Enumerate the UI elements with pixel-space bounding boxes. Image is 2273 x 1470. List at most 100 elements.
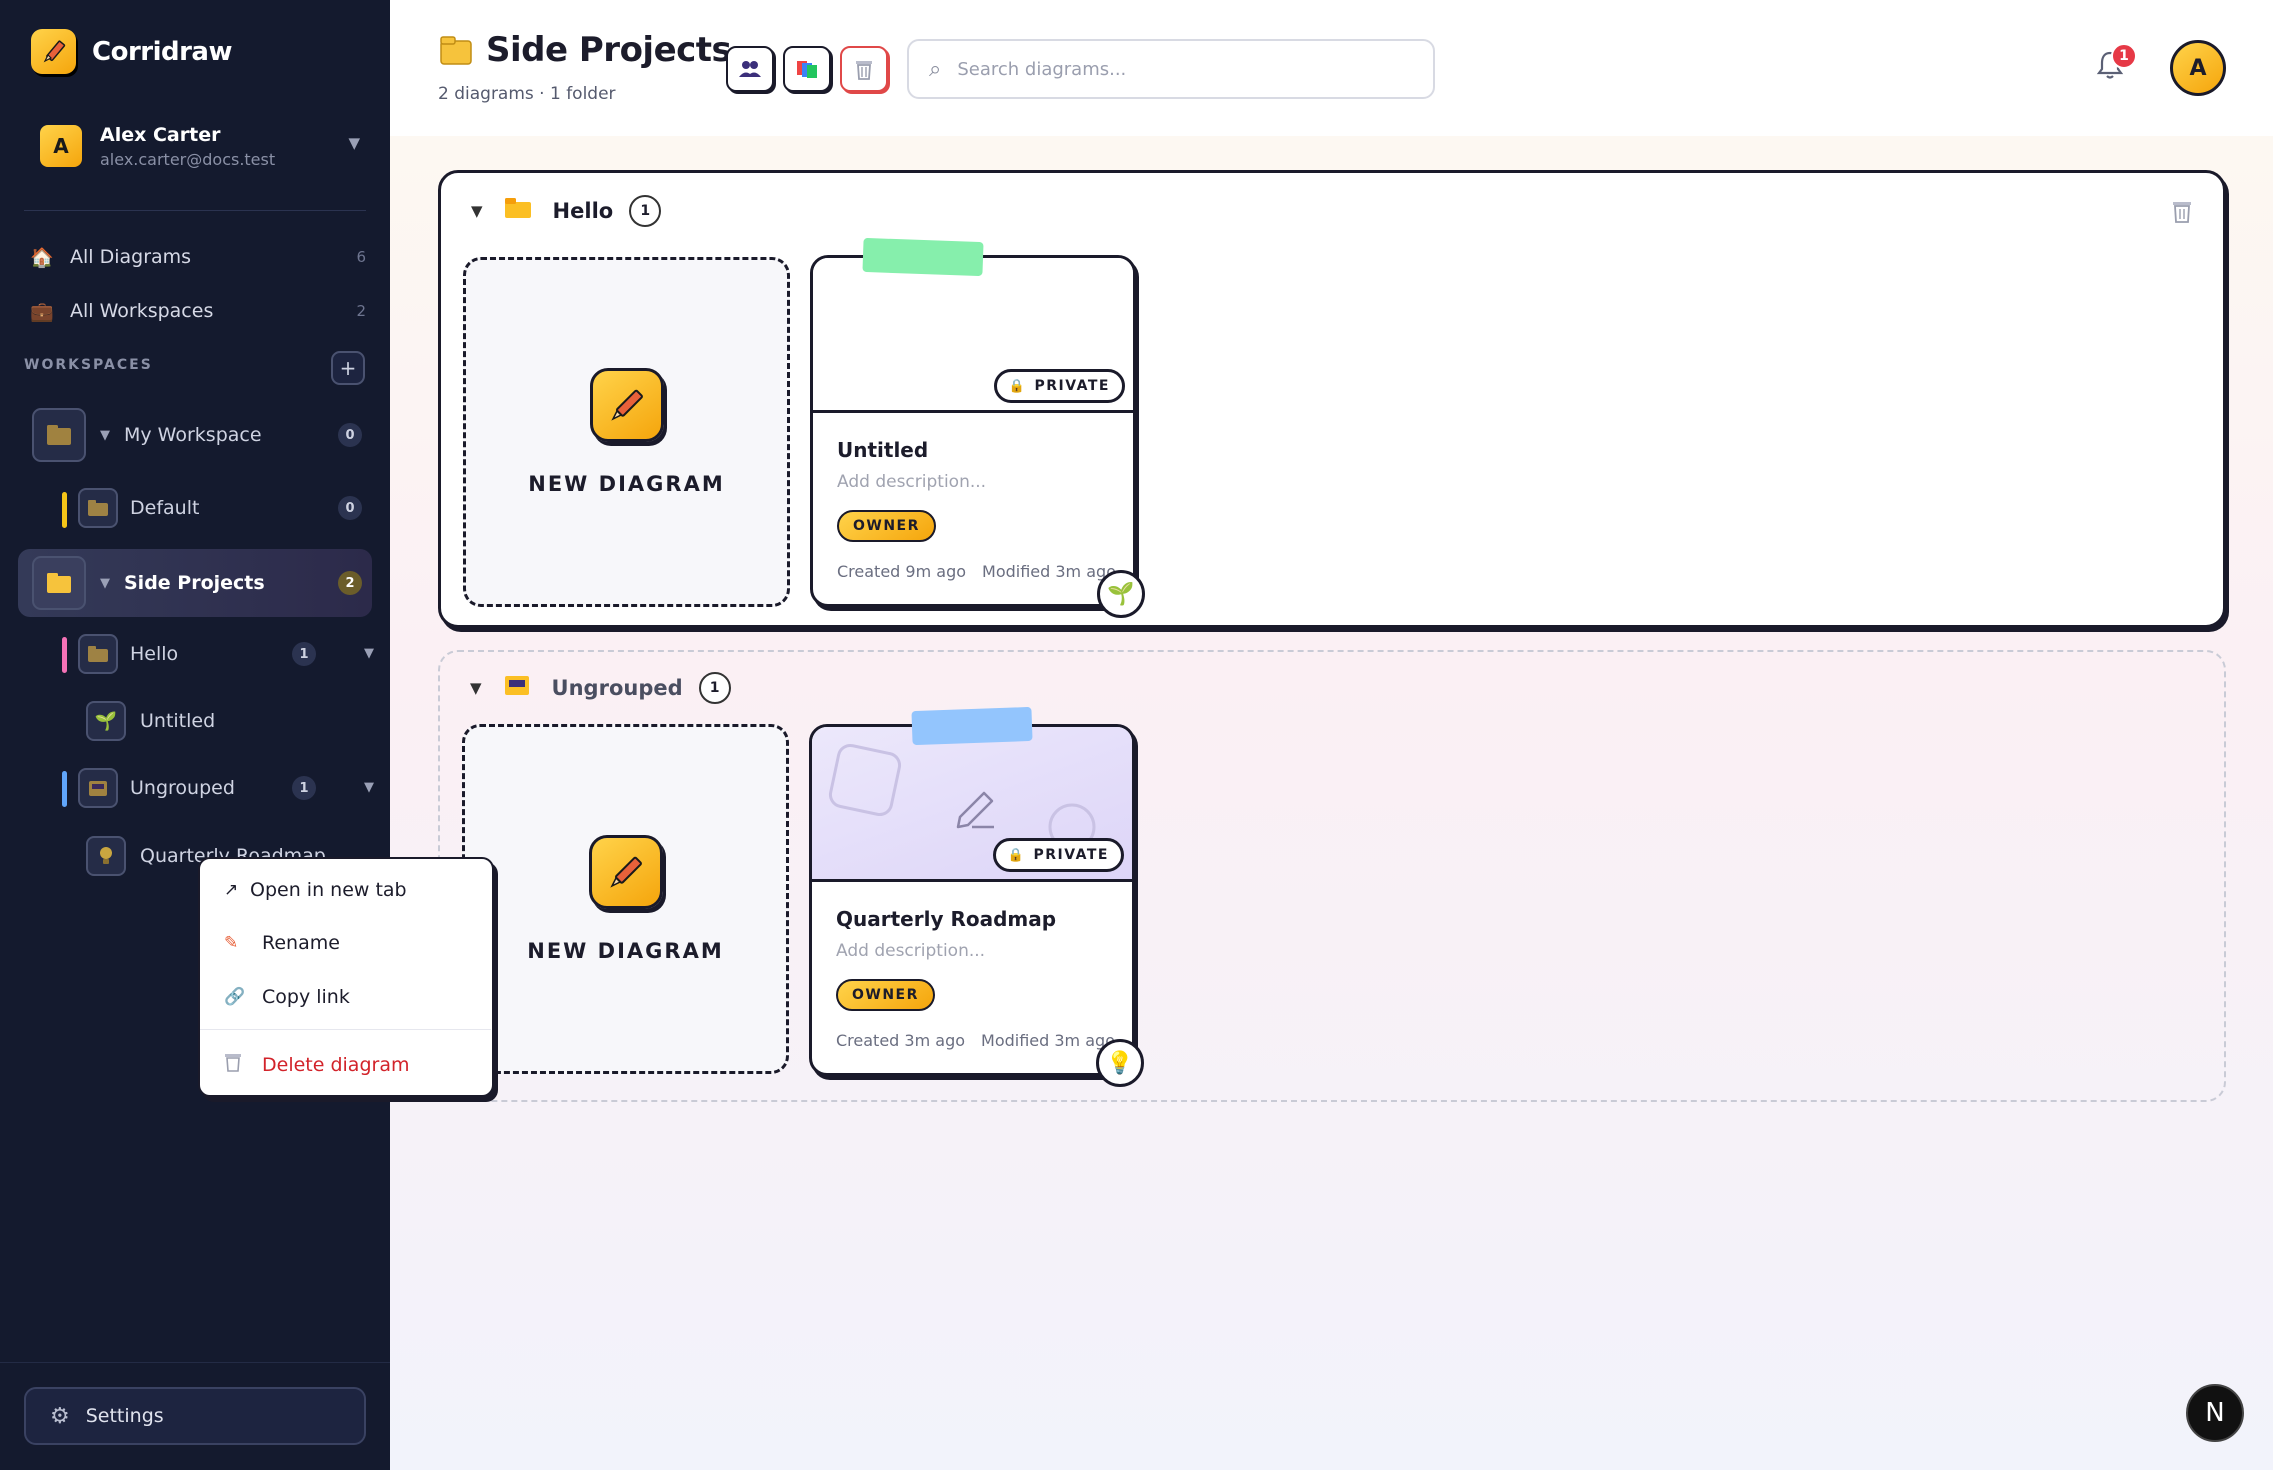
search-box[interactable]: ⌕ [907, 39, 1435, 99]
new-diagram-card[interactable]: NEW DIAGRAM [462, 724, 789, 1074]
search-input[interactable] [957, 58, 1398, 80]
menu-rename[interactable]: ✎ Rename [224, 932, 340, 954]
menu-open-new-tab[interactable]: ↗ Open in new tab [224, 879, 407, 901]
chevron-down-icon: ▼ [100, 575, 110, 591]
pencil-icon [588, 835, 663, 909]
briefcase-icon: 💼 [30, 300, 54, 323]
tree-count: 0 [338, 496, 362, 520]
lightbulb-icon[interactable]: 💡 [1096, 1039, 1144, 1087]
notification-badge: 1 [2111, 43, 2137, 69]
workspace-box-icon [440, 36, 472, 65]
add-workspace-button[interactable]: + [331, 351, 365, 385]
settings-button[interactable]: ⚙ Settings [24, 1387, 366, 1445]
diagram-card-quarterly-roadmap[interactable]: 🔒 PRIVATE Quarterly Roadmap Add descripti… [809, 706, 1144, 1087]
chevron-down-icon[interactable]: ▼ [364, 646, 374, 661]
folder-color-bar [62, 771, 67, 807]
chevron-down-icon: ▼ [348, 134, 360, 152]
nav-label: All Diagrams [70, 246, 192, 268]
people-icon [739, 61, 761, 77]
trash-icon [224, 1052, 250, 1077]
menu-delete-diagram[interactable]: Delete diagram [224, 1052, 409, 1077]
tree-count: 1 [292, 642, 316, 666]
visibility-badge: 🔒 PRIVATE [993, 369, 1125, 403]
diagram-meta: Created 3m ago Modified 3m ago [836, 1031, 1115, 1050]
diagram-title: Untitled [837, 438, 929, 462]
pencil-icon [589, 368, 664, 442]
new-diagram-label: NEW DIAGRAM [528, 472, 725, 496]
lock-icon: 🔒 [1008, 378, 1027, 394]
menu-copy-link[interactable]: 🔗 Copy link [224, 986, 350, 1008]
header-avatar[interactable]: A [2170, 40, 2226, 96]
app-name: Corridraw [92, 36, 233, 67]
tape-decoration [911, 706, 1033, 746]
user-switcher[interactable]: A Alex Carter alex.carter@docs.test ▼ [40, 116, 360, 176]
context-menu: ↗ Open in new tab ✎ Rename 🔗 Copy link D… [198, 857, 494, 1097]
search-icon: ⌕ [929, 56, 942, 82]
sidebar-divider [24, 210, 366, 211]
workspace-box-icon [32, 556, 86, 610]
diagram-card-untitled[interactable]: 🔒 PRIVATE Untitled Add description... OWN… [810, 237, 1145, 618]
tree-label: My Workspace [124, 424, 262, 446]
folder-name: Hello [552, 199, 614, 223]
tree-label: Default [130, 497, 200, 519]
tree-folder-ungrouped[interactable]: Ungrouped 1 ▼ [78, 768, 378, 808]
diagram-description[interactable]: Add description... [836, 941, 985, 961]
house-icon: 🏠 [30, 246, 54, 269]
folder-hello: ▼ Hello 1 NEW DIAGRAM 🔒 PRIVATE Untitled … [438, 170, 2226, 628]
folder-color-bar [62, 492, 67, 528]
main-content: ▼ Hello 1 NEW DIAGRAM 🔒 PRIVATE Untitled … [390, 136, 2273, 1470]
folder-count: 1 [698, 672, 731, 704]
brand[interactable]: Corridraw [31, 29, 233, 74]
new-diagram-card[interactable]: NEW DIAGRAM [463, 257, 790, 607]
lock-icon: 🔒 [1007, 847, 1026, 863]
tree-folder-default[interactable]: Default 0 [78, 488, 362, 528]
page-subtitle: 2 diagrams · 1 folder [438, 84, 616, 104]
nav-all-diagrams[interactable]: 🏠 All Diagrams 6 [30, 237, 366, 277]
tree-count: 0 [338, 423, 362, 447]
nav-count: 6 [356, 248, 366, 266]
tree-workspace-my-workspace[interactable]: ▼ My Workspace 0 [32, 408, 362, 462]
tree-count: 2 [338, 571, 362, 595]
folder-color-bar [62, 637, 67, 673]
gear-icon: ⚙ [50, 1403, 70, 1429]
diagram-description[interactable]: Add description... [837, 472, 986, 492]
tree-diagram-untitled[interactable]: 🌱 Untitled [86, 701, 336, 741]
sprout-icon[interactable]: 🌱 [1097, 570, 1145, 618]
organize-button[interactable] [783, 46, 831, 92]
trash-icon[interactable] [2171, 199, 2193, 229]
pencil-logo-icon [31, 29, 76, 74]
folder-name: Ungrouped [551, 676, 683, 700]
tree-folder-hello[interactable]: Hello 1 ▼ [78, 634, 378, 674]
pencil-icon: ✎ [224, 933, 239, 953]
tree-workspace-side-projects[interactable]: ▼ Side Projects 2 [32, 556, 362, 610]
user-email: alex.carter@docs.test [100, 149, 276, 169]
link-icon: 🔗 [224, 987, 246, 1007]
workspace-box-icon [32, 408, 86, 462]
settings-label: Settings [85, 1405, 164, 1427]
visibility-badge: 🔒 PRIVATE [992, 838, 1124, 872]
folder-icon [504, 198, 531, 224]
sprout-icon: 🌱 [86, 701, 126, 741]
diagram-meta: Created 9m ago Modified 3m ago [837, 562, 1116, 581]
tree-count: 1 [292, 776, 316, 800]
collapse-triangle-icon[interactable]: ▼ [471, 202, 483, 220]
diagram-title: Quarterly Roadmap [836, 907, 1057, 931]
card-stack-icon [797, 61, 817, 78]
sidebar-footer-divider [0, 1362, 390, 1363]
members-button[interactable] [726, 46, 774, 92]
tree-label: Side Projects [124, 572, 265, 594]
nav-all-workspaces[interactable]: 💼 All Workspaces 2 [30, 291, 366, 331]
tree-label: Hello [130, 643, 179, 665]
folder-icon [78, 488, 118, 528]
role-badge: OWNER [837, 510, 936, 542]
collapse-triangle-icon[interactable]: ▼ [470, 679, 482, 697]
next-dev-indicator[interactable]: N [2186, 1384, 2244, 1442]
lightbulb-icon [86, 836, 126, 876]
tree-label: Ungrouped [130, 777, 235, 799]
folder-ungrouped: ▼ Ungrouped 1 NEW DIAGRAM 🔒 PRIVATE Quar… [438, 650, 2226, 1102]
trash-button[interactable] [840, 46, 888, 92]
tree-label: Untitled [140, 710, 216, 732]
user-avatar: A [40, 125, 82, 167]
chevron-down-icon[interactable]: ▼ [364, 780, 374, 795]
folder-count: 1 [629, 195, 662, 227]
